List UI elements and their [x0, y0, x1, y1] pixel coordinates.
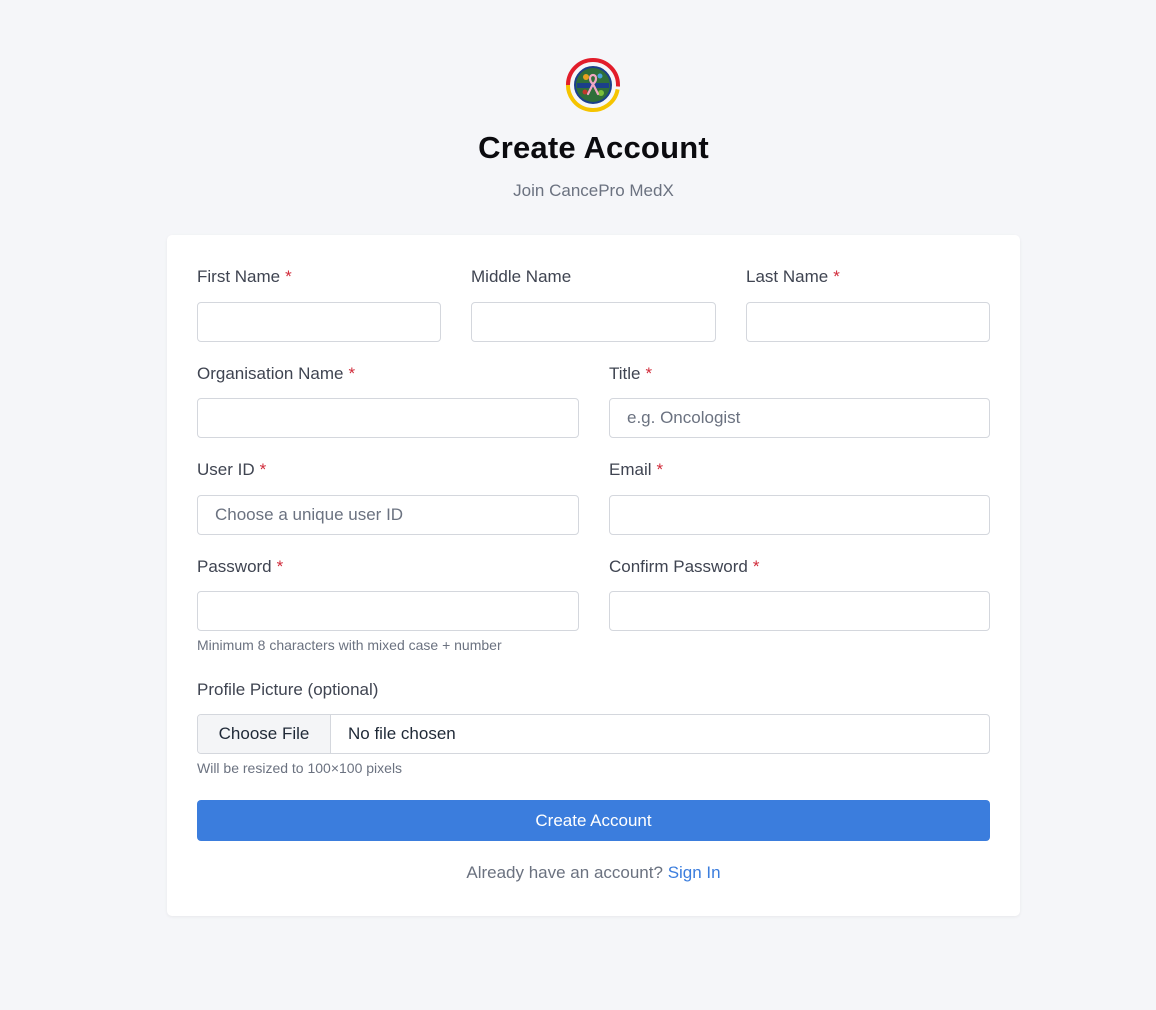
middle-name-input[interactable] — [471, 302, 716, 342]
required-marker: * — [285, 267, 292, 286]
required-marker: * — [348, 364, 356, 383]
signin-prompt: Already have an account? — [466, 863, 663, 882]
create-account-button[interactable]: Create Account — [197, 800, 990, 841]
middle-name-label-text: Middle Name — [471, 267, 572, 286]
page-subtitle: Join CancePro MedX — [513, 181, 674, 200]
signin-row: Already have an account? Sign In — [167, 863, 1020, 883]
password-hint: Minimum 8 characters with mixed case + n… — [197, 637, 502, 653]
confirm-password-label: Confirm Password * — [609, 557, 760, 577]
first-name-input[interactable] — [197, 302, 441, 342]
signup-page: Create Account Join CancePro MedX First … — [0, 0, 1156, 1010]
user-id-input[interactable] — [197, 495, 579, 535]
user-id-label: User ID * — [197, 460, 266, 480]
cancer-ribbon-logo-icon — [566, 58, 620, 112]
email-input[interactable] — [609, 495, 990, 535]
choose-file-button[interactable]: Choose File — [198, 715, 331, 753]
required-marker: * — [276, 557, 284, 576]
password-label-text: Password — [197, 557, 272, 576]
profile-picture-hint: Will be resized to 100×100 pixels — [197, 760, 403, 776]
confirm-password-label-text: Confirm Password — [609, 557, 748, 576]
title-input[interactable] — [609, 398, 990, 438]
required-marker: * — [752, 557, 760, 576]
password-label: Password * — [197, 557, 283, 577]
last-name-label-text: Last Name — [746, 267, 829, 286]
last-name-input[interactable] — [746, 302, 990, 342]
email-label: Email * — [609, 460, 663, 480]
organisation-name-input[interactable] — [197, 398, 579, 438]
confirm-password-input[interactable] — [609, 591, 990, 631]
required-marker: * — [656, 460, 664, 479]
required-marker: * — [259, 460, 267, 479]
required-marker: * — [833, 267, 840, 286]
user-id-label-text: User ID — [197, 460, 255, 479]
first-name-label-text: First Name — [197, 267, 281, 286]
file-status-text: No file chosen — [348, 724, 456, 743]
first-name-label: First Name * — [197, 267, 292, 287]
middle-name-label: Middle Name — [471, 267, 571, 287]
title-label: Title * — [609, 364, 652, 384]
email-label-text: Email — [609, 460, 652, 479]
last-name-label: Last Name * — [746, 267, 840, 287]
sign-in-link[interactable]: Sign In — [668, 863, 721, 882]
organisation-name-label-text: Organisation Name — [197, 364, 344, 383]
required-marker: * — [645, 364, 653, 383]
title-label-text: Title — [609, 364, 641, 383]
profile-picture-label: Profile Picture (optional) — [197, 680, 379, 699]
profile-picture-file-input[interactable]: Choose File No file chosen — [197, 714, 990, 754]
page-title: Create Account — [478, 130, 709, 165]
signup-form-card: First Name * Middle Name Last Name * Organ… — [167, 235, 1020, 916]
organisation-name-label: Organisation Name * — [197, 364, 355, 384]
password-input[interactable] — [197, 591, 579, 631]
